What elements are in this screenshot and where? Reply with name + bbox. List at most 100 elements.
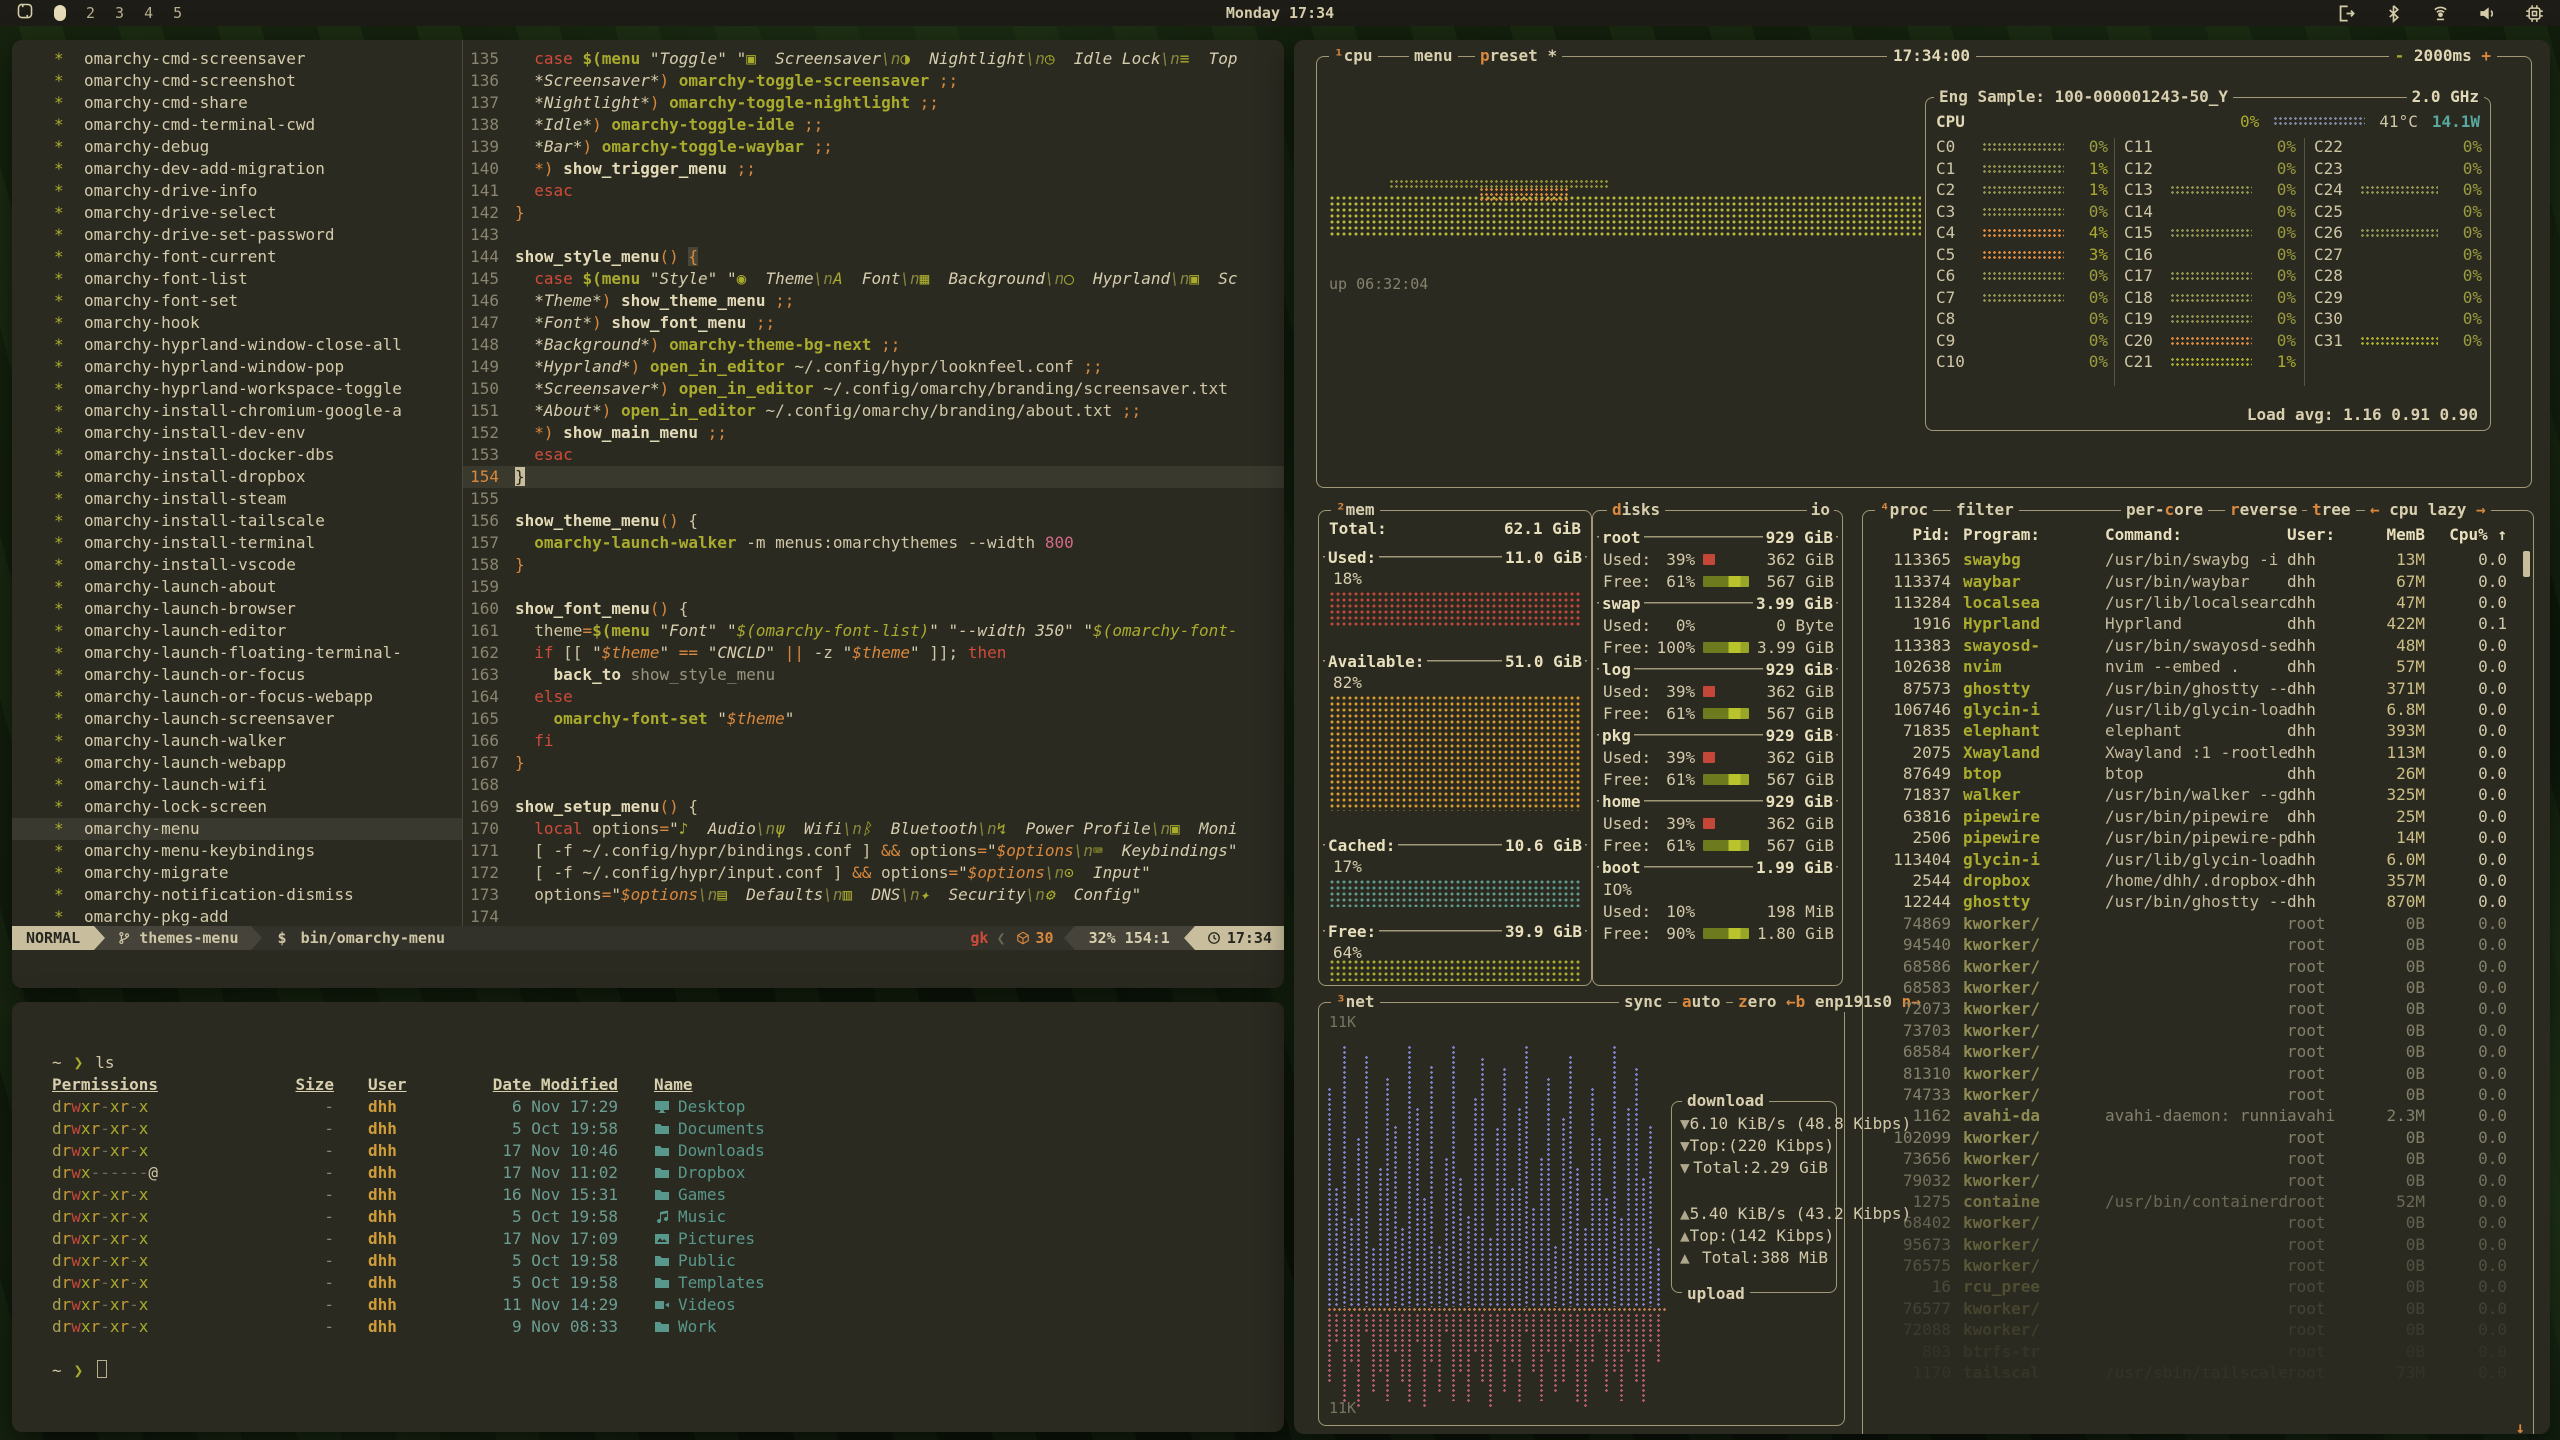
net-box-title[interactable]: ³net — [1331, 992, 1380, 1012]
process-row[interactable]: 68586kworker/root0B0.0 — [1873, 955, 2507, 976]
code-line[interactable]: 161 theme=$(menu "Font" "$(omarchy-font-… — [463, 620, 1284, 642]
tree-item[interactable]: *omarchy-cmd-terminal-cwd — [12, 114, 462, 136]
tree-item[interactable]: *omarchy-launch-or-focus-webapp — [12, 686, 462, 708]
proc-box-title[interactable]: ⁴proc — [1875, 500, 1933, 520]
tree-item[interactable]: *omarchy-font-list — [12, 268, 462, 290]
scroll-down-indicator[interactable]: ↓ — [2515, 1418, 2525, 1434]
code-line[interactable]: 156show_theme_menu() { — [463, 510, 1284, 532]
tree-item[interactable]: *omarchy-install-terminal — [12, 532, 462, 554]
mem-box-title[interactable]: ²mem — [1331, 500, 1380, 520]
code-line[interactable]: 158} — [463, 554, 1284, 576]
process-row[interactable]: 1170tailscal/usr/sbin/tailscaledroot73M0… — [1873, 1362, 2507, 1383]
code-line[interactable]: 152 *) show_main_menu ;; — [463, 422, 1284, 444]
network-icon[interactable] — [2431, 4, 2450, 23]
tree-item[interactable]: *omarchy-launch-screensaver — [12, 708, 462, 730]
process-row[interactable]: 1275containe/usr/bin/containerdroot52M0.… — [1873, 1191, 2507, 1212]
code-line[interactable]: 151 *About*) open_in_editor ~/.config/om… — [463, 400, 1284, 422]
code-line[interactable]: 155 — [463, 488, 1284, 510]
process-row[interactable]: 2544dropbox/home/dhh/.dropbox-distdhh357… — [1873, 870, 2507, 891]
process-row[interactable]: 113383swayosd-/usr/bin/swayosd-serverdhh… — [1873, 635, 2507, 656]
code-line[interactable]: 168 — [463, 774, 1284, 796]
process-row[interactable]: 113284localsea/usr/lib/localsearch-exdhh… — [1873, 592, 2507, 613]
process-row[interactable]: 76577kworker/root0B0.0 — [1873, 1298, 2507, 1319]
code-line[interactable]: 154} — [463, 466, 1284, 488]
process-row[interactable]: 74869kworker/root0B0.0 — [1873, 913, 2507, 934]
process-row[interactable]: 113374waybar/usr/bin/waybardhh67M0.0 — [1873, 570, 2507, 591]
bluetooth-icon[interactable] — [2384, 4, 2403, 23]
tree-item[interactable]: *omarchy-notification-dismiss — [12, 884, 462, 906]
code-line[interactable]: 172 [ -f ~/.config/hypr/input.conf ] && … — [463, 862, 1284, 884]
code-line[interactable]: 141 esac — [463, 180, 1284, 202]
tree-item[interactable]: *omarchy-debug — [12, 136, 462, 158]
omarchy-logo-icon[interactable] — [16, 2, 34, 24]
code-line[interactable]: 166 fi — [463, 730, 1284, 752]
code-line[interactable]: 136 *Screensaver*) omarchy-toggle-screen… — [463, 70, 1284, 92]
tree-item[interactable]: *omarchy-install-steam — [12, 488, 462, 510]
net-sync-button[interactable]: sync — [1619, 992, 1668, 1012]
process-row[interactable]: 87573ghostty/usr/bin/ghostty --gtk-dhh37… — [1873, 677, 2507, 698]
workspace-4[interactable]: 4 — [144, 4, 153, 22]
code-line[interactable]: 150 *Screensaver*) open_in_editor ~/.con… — [463, 378, 1284, 400]
reverse-button[interactable]: reverse — [2225, 500, 2302, 520]
code-line[interactable]: 135 case $(menu "Toggle" "▣ Screensaver\… — [463, 48, 1284, 70]
code-line[interactable]: 170 local options="♪ Audio\nψ Wifi\nᛒ Bl… — [463, 818, 1284, 840]
tree-item[interactable]: *omarchy-hyprland-window-close-all — [12, 334, 462, 356]
code-line[interactable]: 147 *Font*) show_font_menu ;; — [463, 312, 1284, 334]
process-row[interactable]: 102638nvimnvim --embed .dhh57M0.0 — [1873, 656, 2507, 677]
filter-button[interactable]: filter — [1951, 500, 2019, 520]
tree-item[interactable]: *omarchy-install-vscode — [12, 554, 462, 576]
tree-item[interactable]: *omarchy-launch-browser — [12, 598, 462, 620]
code-line[interactable]: 140 *) show_trigger_menu ;; — [463, 158, 1284, 180]
tree-item[interactable]: *omarchy-lock-screen — [12, 796, 462, 818]
code-line[interactable]: 146 *Theme*) show_theme_menu ;; — [463, 290, 1284, 312]
tree-item[interactable]: *omarchy-cm­d-screensaver — [12, 48, 462, 70]
tree-item[interactable]: *omarchy-launch-webapp — [12, 752, 462, 774]
tree-item[interactable]: *omarchy-launch-floating-terminal- — [12, 642, 462, 664]
code-line[interactable]: 171 [ -f ~/.config/hypr/bindings.conf ] … — [463, 840, 1284, 862]
code-line[interactable]: 145 case $(menu "Style" "◉ Theme\nA Font… — [463, 268, 1284, 290]
process-row[interactable]: 803btrfs-trroot0B0.0 — [1873, 1340, 2507, 1361]
process-row[interactable]: 73703kworker/root0B0.0 — [1873, 1020, 2507, 1041]
tree-item[interactable]: *omarchy-menu-keybindings — [12, 840, 462, 862]
code-line[interactable]: 167} — [463, 752, 1284, 774]
code-line[interactable]: 162 if [[ "$theme" == "CNCLD" || -z "$th… — [463, 642, 1284, 664]
logout-icon[interactable] — [2337, 4, 2356, 23]
shell-prompt-empty[interactable]: ~❯ — [52, 1360, 1284, 1382]
code-line[interactable]: 143 — [463, 224, 1284, 246]
tree-item[interactable]: *omarchy-drive-info — [12, 180, 462, 202]
workspace-3[interactable]: 3 — [115, 4, 124, 22]
tree-item[interactable]: *omarchy-font-current — [12, 246, 462, 268]
tree-item[interactable]: *omarchy-launch-walker — [12, 730, 462, 752]
code-line[interactable]: 174 — [463, 906, 1284, 928]
tree-item[interactable]: *omarchy-hook — [12, 312, 462, 334]
workspace-active[interactable] — [54, 5, 66, 21]
tree-item[interactable]: *omarchy-launch-about — [12, 576, 462, 598]
tree-item[interactable]: *omarchy-install-tailscale — [12, 510, 462, 532]
update-interval[interactable]: - 2000ms + — [2389, 46, 2497, 65]
tree-item[interactable]: *omarchy-install-chromium-google-a — [12, 400, 462, 422]
process-row[interactable]: 2506pipewire/usr/bin/pipewire-pulsedhh14… — [1873, 827, 2507, 848]
code-line[interactable]: 148 *Background*) omarchy-theme-bg-next … — [463, 334, 1284, 356]
code-line[interactable]: 173 options="$options\n▤ Defaults\n▥ DNS… — [463, 884, 1284, 906]
process-row[interactable]: 76575kworker/root0B0.0 — [1873, 1255, 2507, 1276]
tree-item[interactable]: *omarchy-font-set — [12, 290, 462, 312]
process-row[interactable]: 16rcu_preeroot0B0.0 — [1873, 1276, 2507, 1297]
code-line[interactable]: 163 back_to show_style_menu — [463, 664, 1284, 686]
tree-button[interactable]: tree — [2307, 500, 2356, 520]
process-row[interactable]: 81310kworker/root0B0.0 — [1873, 1062, 2507, 1083]
code-line[interactable]: 138 *Idle*) omarchy-toggle-idle ;; — [463, 114, 1284, 136]
process-row[interactable]: 79032kworker/root0B0.0 — [1873, 1169, 2507, 1190]
tree-item[interactable]: *omarchy-drive-set-password — [12, 224, 462, 246]
process-row[interactable]: 68583kworker/root0B0.0 — [1873, 977, 2507, 998]
process-row[interactable]: 94540kworker/root0B0.0 — [1873, 934, 2507, 955]
process-row[interactable]: 1916HyprlandHyprlanddhh422M0.1 — [1873, 613, 2507, 634]
code-line[interactable]: 159 — [463, 576, 1284, 598]
tree-item[interactable]: *omarchy-pkg-add — [12, 906, 462, 928]
tree-item[interactable]: *omarchy-dev-add-migration — [12, 158, 462, 180]
process-row[interactable]: 71835elephantelephantdhh393M0.0 — [1873, 720, 2507, 741]
code-line[interactable]: 169show_setup_menu() { — [463, 796, 1284, 818]
process-row[interactable]: 68584kworker/root0B0.0 — [1873, 1041, 2507, 1062]
process-row[interactable]: 12244ghostty/usr/bin/ghostty --gtk-dhh87… — [1873, 891, 2507, 912]
process-row[interactable]: 63816pipewire/usr/bin/pipewiredhh25M0.0 — [1873, 806, 2507, 827]
tree-item[interactable]: *omarchy-hyprland-window-pop — [12, 356, 462, 378]
